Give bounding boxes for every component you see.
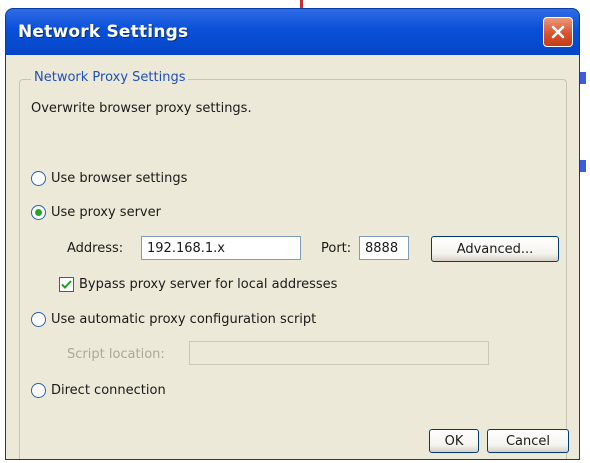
radio-label: Use automatic proxy configuration script [51,312,317,327]
radio-direct-connection[interactable]: Direct connection [31,383,166,398]
window-title: Network Settings [18,22,189,42]
radio-automatic-config[interactable]: Use automatic proxy configuration script [31,312,316,327]
script-location-input[interactable] [189,341,489,365]
script-location-label: Script location: [67,347,165,362]
advanced-button[interactable]: Advanced... [431,236,559,262]
close-icon [551,25,565,39]
group-description: Overwrite browser proxy settings. [31,101,252,116]
radio-button[interactable] [31,312,46,327]
cancel-button[interactable]: Cancel [487,429,569,453]
bypass-checkbox[interactable] [59,277,74,292]
radio-label: Use proxy server [51,205,161,220]
port-input[interactable] [359,236,409,260]
bypass-checkbox-row[interactable]: Bypass proxy server for local addresses [59,277,337,292]
dialog-body: Network Proxy Settings Overwrite browser… [9,55,576,459]
title-bar[interactable]: Network Settings [6,9,579,55]
address-label: Address: [67,241,124,256]
checkmark-icon [61,280,72,289]
address-input[interactable] [141,236,301,260]
radio-proxy-server[interactable]: Use proxy server [31,205,161,220]
ok-button[interactable]: OK [429,429,479,453]
background-mark [580,160,586,172]
radio-label: Direct connection [51,383,166,398]
radio-button[interactable] [31,171,46,186]
network-settings-dialog: Network Settings Network Proxy Settings … [5,8,580,460]
radio-button[interactable] [31,383,46,398]
group-legend: Network Proxy Settings [31,70,189,85]
background-mark [580,72,586,84]
radio-browser-settings[interactable]: Use browser settings [31,171,187,186]
proxy-settings-group [19,79,567,459]
radio-button-selected[interactable] [31,205,46,220]
port-label: Port: [321,241,352,256]
close-button[interactable] [543,17,573,47]
radio-label: Use browser settings [51,171,188,186]
checkbox-label: Bypass proxy server for local addresses [79,277,338,292]
